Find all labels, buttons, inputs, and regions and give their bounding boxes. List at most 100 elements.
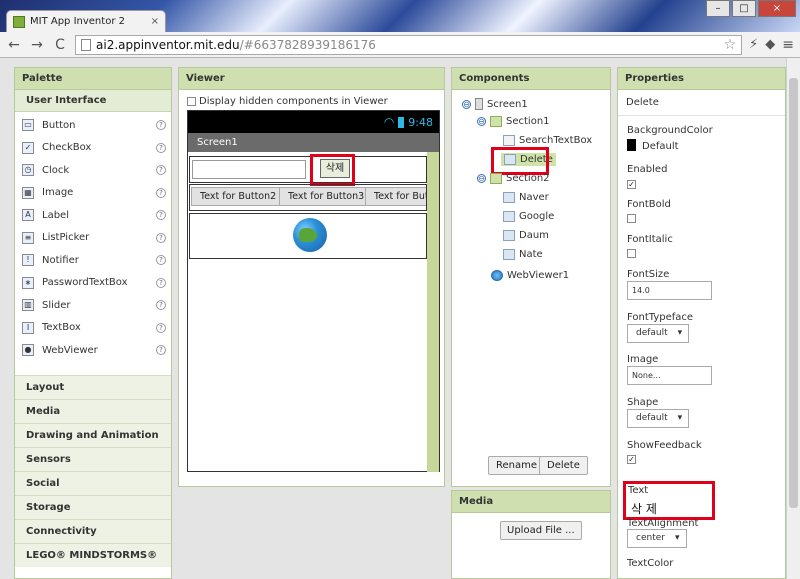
forward-icon[interactable]: → (29, 37, 45, 53)
bookmark-star-icon[interactable]: ☆ (724, 37, 737, 53)
collapse-icon[interactable]: ⊖ (477, 174, 486, 183)
display-hidden-checkbox[interactable] (187, 97, 196, 106)
maximize-button[interactable]: □ (732, 0, 756, 17)
showfeedback-checkbox[interactable]: ✓ (627, 455, 636, 464)
palette-item-notifier[interactable]: ! Notifier? (15, 249, 171, 272)
browser-menu-icon[interactable]: ≡ (782, 37, 794, 53)
help-icon[interactable]: ? (156, 255, 166, 266)
tree-item-naver[interactable]: Naver (503, 192, 549, 203)
palette-category-media[interactable]: Media (15, 399, 171, 423)
palette-item-passwordtextbox[interactable]: ∗ PasswordTextBox? (15, 272, 171, 295)
tree-item-nate[interactable]: Nate (503, 249, 543, 260)
fontsize-input[interactable]: 14.0 (627, 281, 712, 300)
chevron-down-icon: ▾ (677, 328, 683, 338)
palette-item-textbox[interactable]: I TextBox? (15, 317, 171, 340)
help-icon[interactable]: ? (156, 187, 166, 198)
tree-item-screen1[interactable]: ⊖ Screen1 (462, 98, 528, 110)
help-icon[interactable]: ? (156, 120, 166, 131)
fontitalic-checkbox[interactable] (627, 249, 636, 258)
page-icon (81, 38, 91, 51)
help-icon[interactable]: ? (156, 165, 166, 176)
help-icon[interactable]: ? (156, 232, 166, 243)
webviewer-preview[interactable] (189, 213, 427, 259)
shape-select[interactable]: default ▾ (627, 409, 690, 428)
help-icon[interactable]: ? (156, 300, 166, 311)
components-title: Components (452, 68, 610, 90)
tree-label-naver: Naver (519, 192, 549, 203)
help-icon[interactable]: ? (156, 142, 166, 153)
delete-component-button[interactable]: Delete (539, 456, 588, 475)
screen-icon (475, 98, 483, 110)
browser-tab[interactable]: MIT App Inventor 2 × (6, 10, 166, 32)
fontbold-checkbox[interactable] (627, 214, 636, 223)
palette-item-label: Image (42, 187, 74, 199)
tab-close-icon[interactable]: × (151, 16, 159, 27)
button4-preview[interactable]: Text for Button4 (365, 187, 426, 206)
prop-label-textcolor: TextColor (627, 558, 674, 569)
minimize-button[interactable]: – (706, 0, 730, 17)
extension-icon[interactable]: ⚡ (749, 37, 758, 52)
close-window-button[interactable]: × (758, 0, 796, 17)
scrollbar-thumb[interactable] (789, 78, 798, 508)
enabled-checkbox[interactable]: ✓ (627, 180, 636, 189)
palette-item-checkbox[interactable]: ✓ CheckBox? (15, 137, 171, 160)
tree-item-section1[interactable]: ⊖ Section1 (477, 116, 550, 127)
prop-value-backgroundcolor[interactable]: Default (642, 141, 679, 152)
palette-item-button[interactable]: ▭ Button? (15, 114, 171, 137)
button3-preview[interactable]: Text for Button3 (279, 187, 374, 206)
palette-category-connectivity[interactable]: Connectivity (15, 519, 171, 543)
palette-category-drawing-and-animation[interactable]: Drawing and Animation (15, 423, 171, 447)
help-icon[interactable]: ? (156, 277, 166, 288)
webviewer-icon (491, 270, 503, 281)
button2-preview[interactable]: Text for Button2 (191, 187, 286, 206)
prop-label-fontbold: FontBold (627, 199, 671, 210)
palette-item-label: ListPicker (42, 232, 90, 244)
media-panel: Media Upload File ... (451, 490, 611, 579)
prop-label-fontitalic: FontItalic (627, 234, 673, 245)
tree-item-google[interactable]: Google (503, 211, 554, 222)
palette-category-lego-mindstorms-[interactable]: LEGO® MINDSTORMS® (15, 543, 171, 567)
palette-category-layout[interactable]: Layout (15, 375, 171, 399)
python-extension-icon[interactable]: ◆ (765, 37, 775, 52)
rename-button[interactable]: Rename (488, 456, 546, 475)
tree-item-section2[interactable]: ⊖ Section2 (477, 173, 550, 184)
tree-item-daum[interactable]: Daum (503, 230, 549, 241)
palette-item-label: Notifier (42, 254, 79, 266)
tree-label-nate: Nate (519, 249, 543, 260)
text-property-input[interactable]: 삭 제 (631, 500, 657, 517)
help-icon[interactable]: ? (156, 210, 166, 221)
palette-category-sensors[interactable]: Sensors (15, 447, 171, 471)
notifier-icon: ! (22, 254, 34, 267)
palette-category-user-interface[interactable]: User Interface (15, 90, 171, 112)
tree-label-daum: Daum (519, 230, 549, 241)
display-hidden-row[interactable]: Display hidden components in Viewer (179, 90, 444, 107)
palette-item-listpicker[interactable]: ≡ ListPicker? (15, 227, 171, 250)
palette-item-webviewer[interactable]: ● WebViewer? (15, 339, 171, 362)
collapse-icon[interactable]: ⊖ (477, 117, 486, 126)
palette-item-label[interactable]: A Label? (15, 204, 171, 227)
collapse-icon[interactable]: ⊖ (462, 99, 471, 109)
palette-item-image[interactable]: ▦ Image? (15, 182, 171, 205)
palette-category-social[interactable]: Social (15, 471, 171, 495)
palette-item-slider[interactable]: ▥ Slider? (15, 294, 171, 317)
upload-file-button[interactable]: Upload File ... (500, 521, 582, 540)
reload-icon[interactable]: C (52, 37, 68, 53)
fonttypeface-select[interactable]: default ▾ (627, 324, 690, 343)
help-icon[interactable]: ? (156, 322, 166, 333)
section2-arrangement[interactable]: Text for Button2 Text for Button3 Text f… (189, 184, 427, 211)
browser-toolbar: ← → C ai2.appinventor.mit.edu/#663782893… (0, 32, 800, 58)
search-textbox-preview[interactable] (192, 160, 306, 179)
background-color-swatch[interactable] (627, 139, 636, 151)
prop-label-fontsize: FontSize (627, 269, 670, 280)
tree-item-searchtextbox[interactable]: SearchTextBox (503, 135, 592, 146)
help-icon[interactable]: ? (156, 345, 166, 356)
palette-item-clock[interactable]: ◷ Clock? (15, 159, 171, 182)
palette-category-storage[interactable]: Storage (15, 495, 171, 519)
tree-item-webviewer1[interactable]: WebViewer1 (491, 270, 569, 281)
page-scrollbar[interactable] (786, 58, 800, 579)
image-input[interactable]: None... (627, 366, 712, 385)
textalignment-select[interactable]: center ▾ (627, 529, 687, 548)
back-icon[interactable]: ← (6, 37, 22, 53)
section1-arrangement[interactable]: 삭제 (189, 154, 427, 186)
address-bar[interactable]: ai2.appinventor.mit.edu/#663782893918617… (75, 34, 743, 55)
